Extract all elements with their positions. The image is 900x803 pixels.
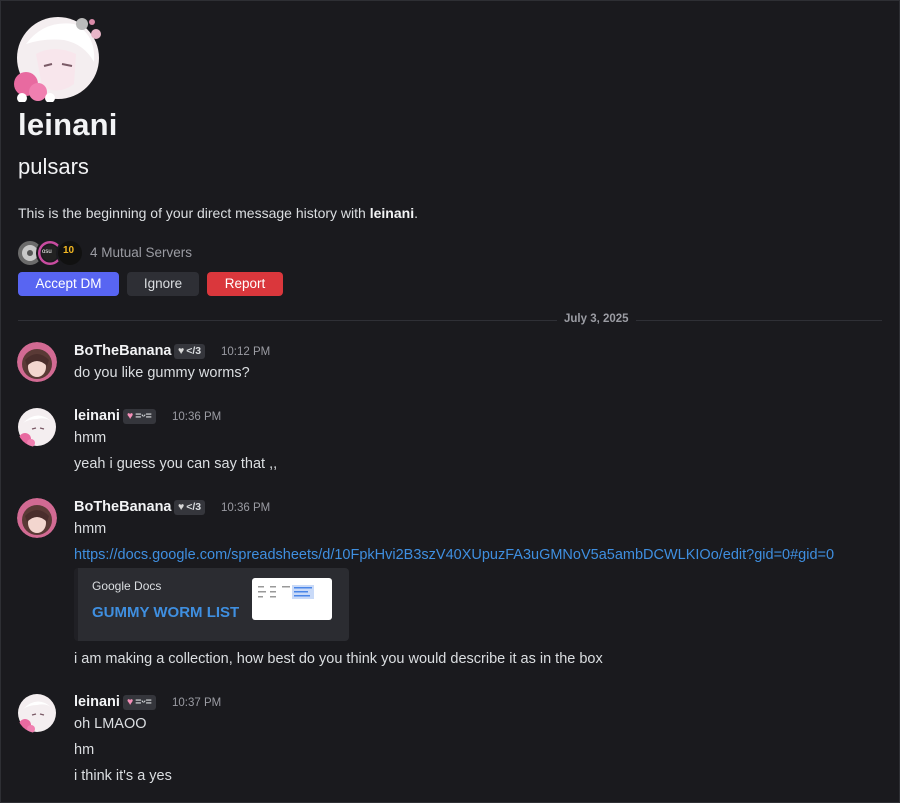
message-text: hm	[74, 742, 95, 758]
date-divider-line	[18, 320, 882, 321]
server-tag-text: =ᵕ=	[135, 410, 152, 422]
message-author[interactable]: leinani	[74, 694, 120, 710]
accept-dm-button[interactable]: Accept DM	[18, 272, 119, 296]
server-10-icon[interactable]: 10	[56, 239, 84, 267]
dm-intro-text: This is the beginning of your direct mes…	[18, 205, 418, 221]
avatar-leinani[interactable]	[17, 693, 57, 733]
message-author[interactable]: BoTheBanana	[74, 343, 172, 359]
server-10-label: 10	[63, 245, 75, 256]
mutual-servers-link[interactable]: 4 Mutual Servers	[90, 245, 192, 260]
message-text: hmm	[74, 430, 107, 446]
profile-display-name: leinani	[18, 107, 118, 142]
message-text: oh LMAOO	[74, 716, 147, 732]
embed-title[interactable]: GUMMY WORM LIST	[92, 604, 239, 621]
message-text: yeah i guess you can say that ,,	[74, 456, 278, 472]
message-timestamp[interactable]: 10:12 PM	[221, 346, 270, 358]
intro-prefix: This is the beginning of your direct mes…	[18, 205, 370, 221]
ignore-button[interactable]: Ignore	[127, 272, 199, 296]
profile-avatar[interactable]	[14, 14, 102, 103]
intro-name: leinani	[369, 205, 415, 221]
profile-username: pulsars	[18, 154, 89, 179]
heart-icon: ♥	[127, 696, 134, 708]
date-divider-label: July 3, 2025	[557, 313, 636, 325]
embed-provider[interactable]: Google Docs	[92, 579, 161, 593]
server-tag-badge[interactable]: ♥ =ᵕ=	[123, 695, 156, 710]
server-tag-badge[interactable]: ♥ </3	[174, 344, 206, 359]
embed-thumbnail[interactable]	[252, 578, 332, 620]
message-author[interactable]: BoTheBanana	[74, 499, 172, 515]
avatar-bothebanana[interactable]	[17, 498, 57, 538]
server-tag-badge[interactable]: ♥ =ᵕ=	[123, 409, 156, 424]
avatar-bothebanana[interactable]	[17, 342, 57, 382]
message-link[interactable]: https://docs.google.com/spreadsheets/d/1…	[74, 547, 834, 563]
message-text: i am making a collection, how best do yo…	[74, 651, 603, 667]
avatar-leinani[interactable]	[17, 407, 57, 447]
report-button[interactable]: Report	[207, 272, 283, 296]
link-embed: Google Docs GUMMY WORM LIST	[74, 568, 349, 641]
mutual-server-icons[interactable]: osu 10	[16, 239, 88, 267]
server-tag-text: </3	[186, 345, 202, 357]
message-text: hmm	[74, 521, 107, 537]
message-text: do you like gummy worms?	[74, 365, 250, 381]
intro-suffix: .	[414, 205, 418, 221]
message-timestamp[interactable]: 10:37 PM	[172, 697, 221, 709]
server-tag-text: </3	[186, 501, 202, 513]
heart-icon: ♥	[127, 410, 134, 422]
message-author[interactable]: leinani	[74, 408, 120, 424]
server-tag-text: =ᵕ=	[135, 696, 152, 708]
message-timestamp[interactable]: 10:36 PM	[172, 411, 221, 423]
message-timestamp[interactable]: 10:36 PM	[221, 502, 270, 514]
server-osu-label: osu	[42, 249, 52, 255]
heart-icon: ♥	[178, 345, 185, 357]
message-text: i think it's a yes	[74, 768, 172, 784]
server-tag-badge[interactable]: ♥ </3	[174, 500, 206, 515]
heart-icon: ♥	[178, 501, 185, 513]
